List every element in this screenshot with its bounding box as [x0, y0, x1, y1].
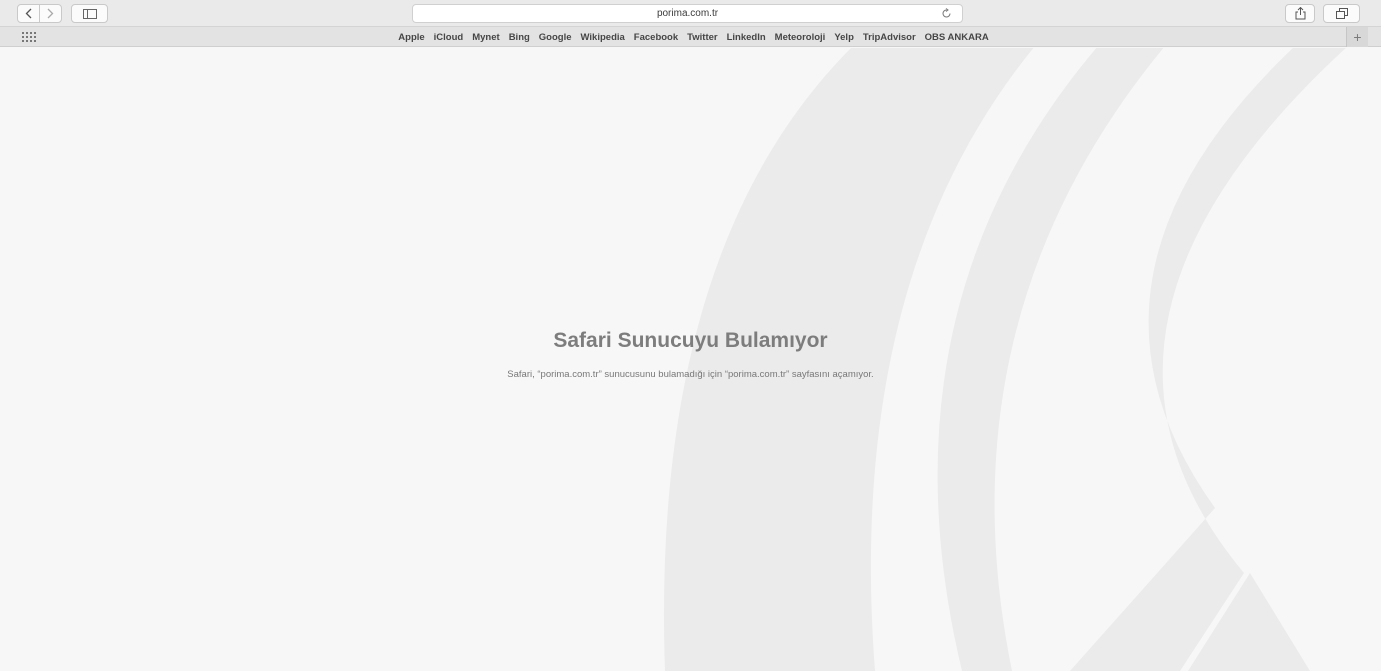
chevron-left-icon [25, 8, 32, 19]
favorite-link[interactable]: Google [539, 32, 572, 43]
favorite-link[interactable]: Twitter [687, 32, 717, 43]
forward-button[interactable] [39, 5, 61, 22]
favorite-link[interactable]: LinkedIn [727, 32, 766, 43]
favorite-link[interactable]: Meteoroloji [775, 32, 826, 43]
favorite-link[interactable]: OBS ANKARA [925, 32, 989, 43]
error-description: Safari, “porima.com.tr” sunucusunu bulam… [507, 369, 874, 380]
add-tab-button[interactable]: + [1346, 27, 1368, 47]
share-icon [1295, 7, 1305, 20]
background-logo-art [663, 48, 1346, 671]
favorite-link[interactable]: Yelp [834, 32, 854, 43]
share-button[interactable] [1285, 4, 1315, 23]
favorite-link[interactable]: Facebook [634, 32, 678, 43]
favorites-list: Apple iCloud Mynet Bing Google Wikipedia Faceb… [0, 27, 1381, 47]
address-text: porima.com.tr [656, 8, 719, 19]
safari-window: porima.com.tr Apple iCloud Mynet Bing Go… [0, 0, 1381, 671]
sidebar-icon [82, 8, 97, 19]
favorite-link[interactable]: Bing [509, 32, 530, 43]
error-title: Safari Sunucuyu Bulamıyor [553, 329, 828, 352]
favorites-bar: Apple iCloud Mynet Bing Google Wikipedia Faceb… [0, 27, 1381, 47]
favorite-link[interactable]: TripAdvisor [863, 32, 916, 43]
reload-icon [942, 8, 951, 18]
favorite-link[interactable]: iCloud [434, 32, 464, 43]
navigation-buttons [17, 4, 62, 23]
tabs-overview-icon [1335, 8, 1348, 19]
toolbar: porima.com.tr [0, 0, 1381, 27]
chevron-right-icon [47, 8, 54, 19]
sidebar-button[interactable] [71, 4, 108, 23]
favorite-link[interactable]: Wikipedia [581, 32, 625, 43]
page-content: Safari Sunucuyu Bulamıyor Safari, “porim… [0, 48, 1381, 671]
favorite-link[interactable]: Apple [398, 32, 424, 43]
reload-button[interactable] [940, 7, 953, 20]
back-button[interactable] [18, 5, 39, 22]
tabs-overview-button[interactable] [1323, 4, 1360, 23]
favorite-link[interactable]: Mynet [472, 32, 499, 43]
address-bar[interactable]: porima.com.tr [412, 4, 963, 23]
